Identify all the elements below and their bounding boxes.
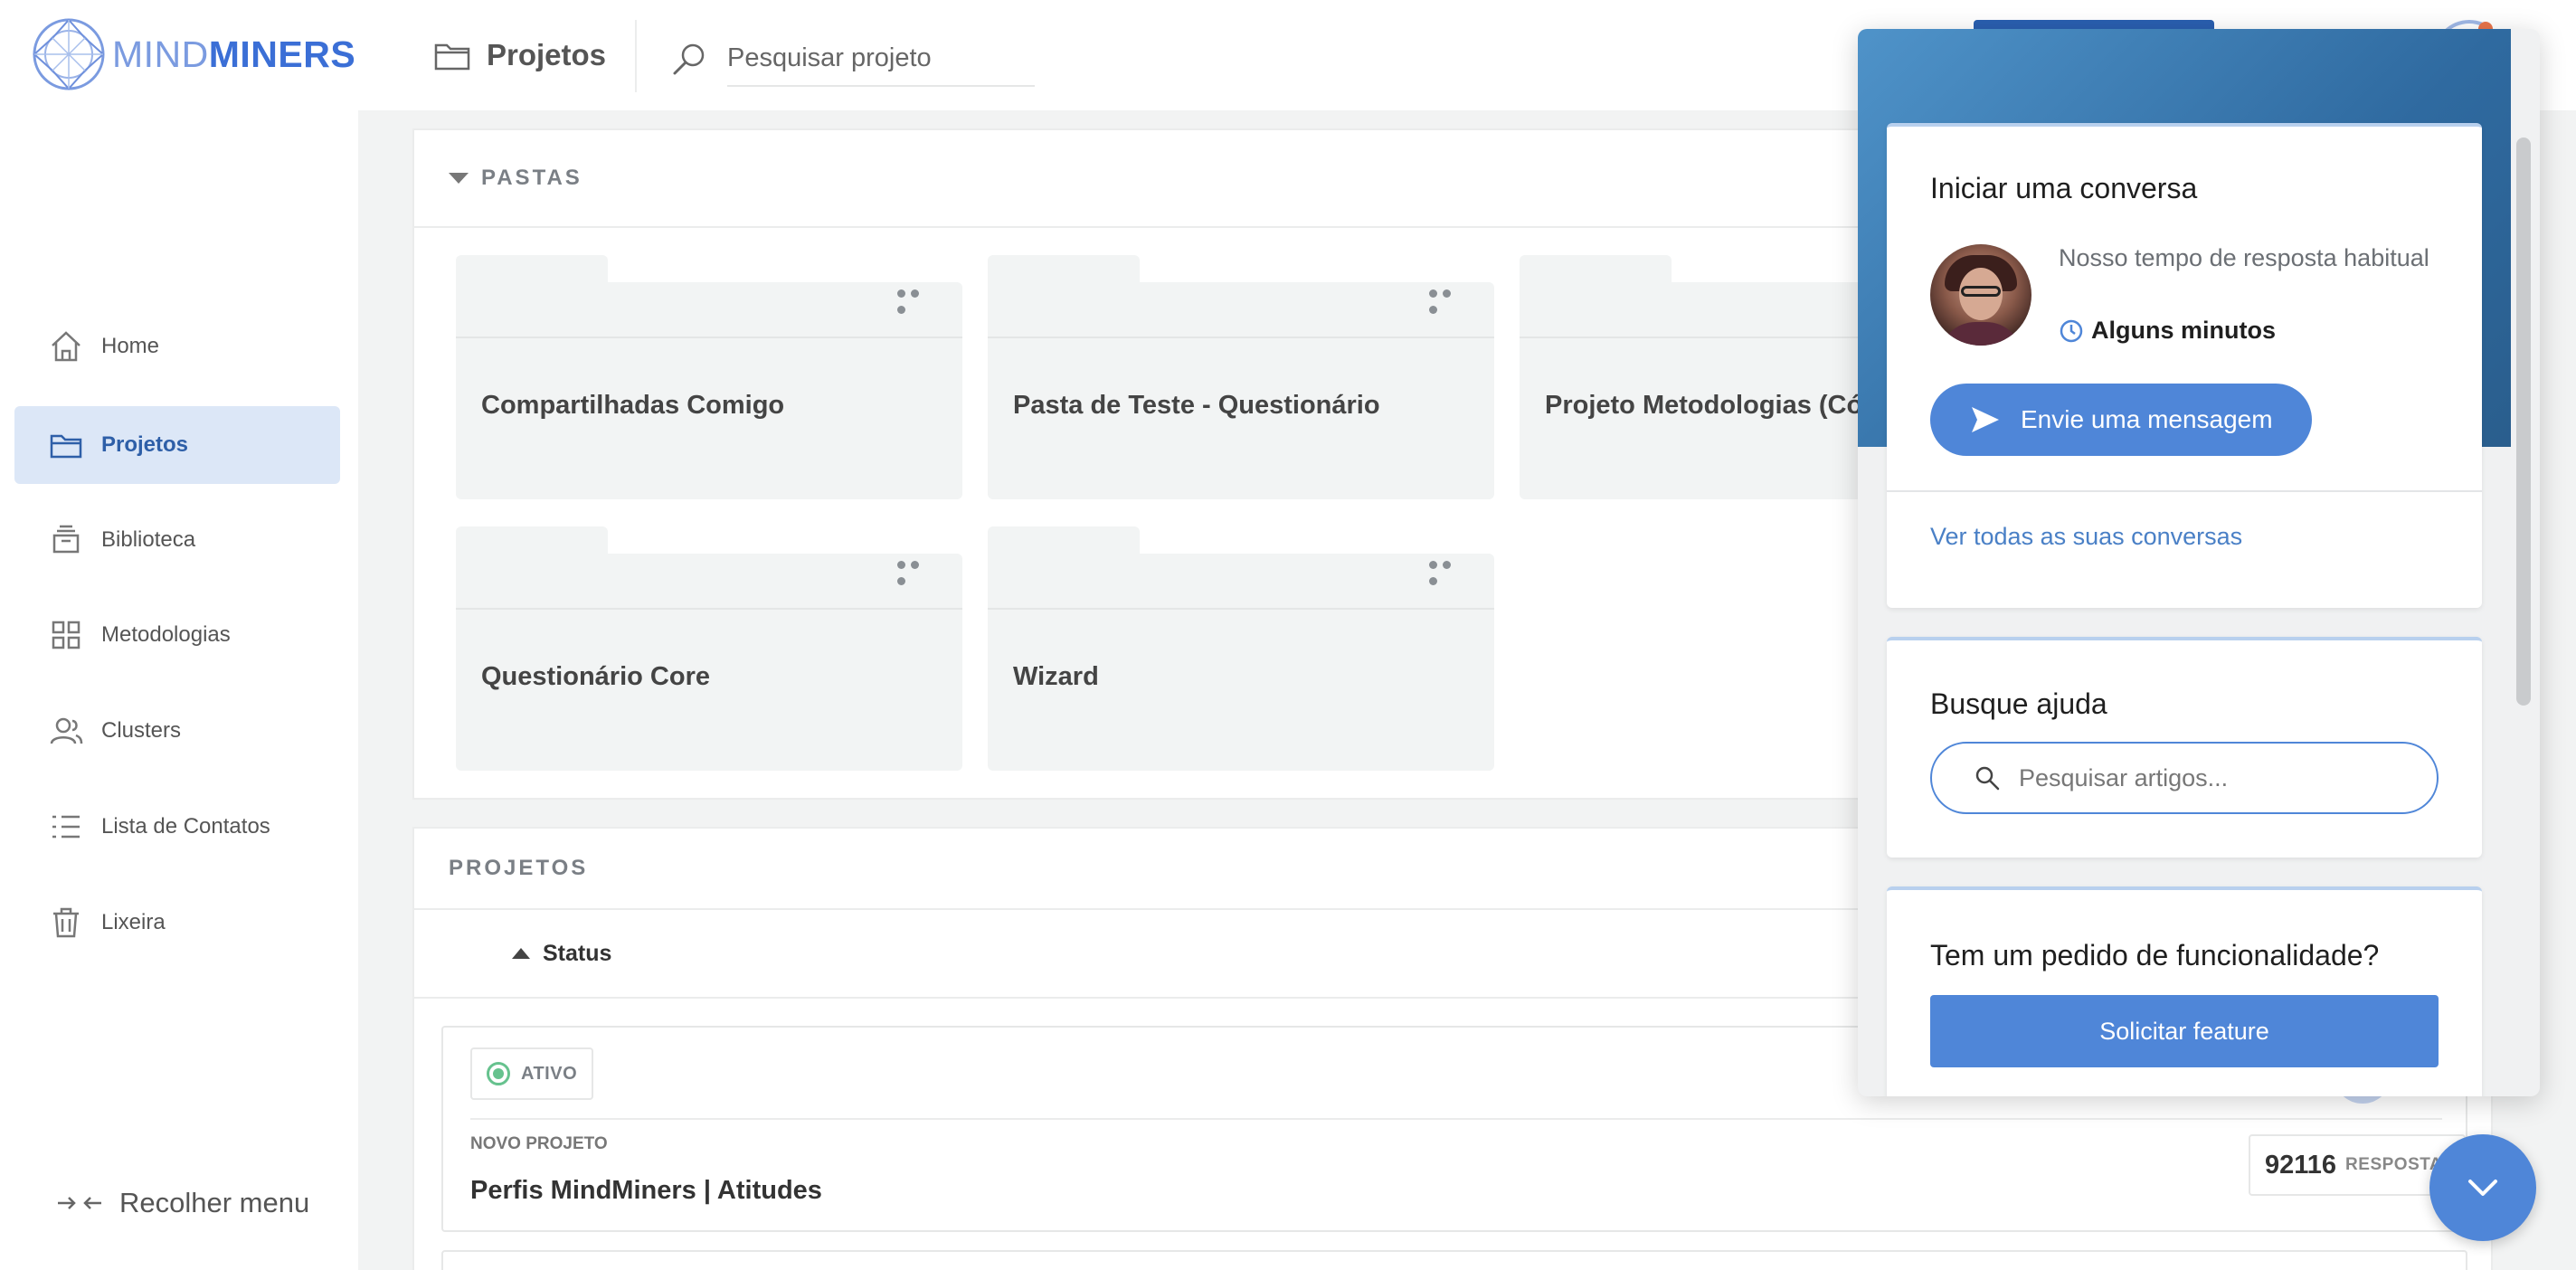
collapse-arrows-icon xyxy=(58,1197,101,1209)
sidebar-item-label: Metodologias xyxy=(101,622,231,647)
grid-icon xyxy=(52,621,80,649)
project-search xyxy=(671,31,1035,87)
folders-title: PASTAS xyxy=(481,166,582,190)
send-icon xyxy=(1972,407,1999,432)
folder-name: Wizard xyxy=(1013,662,1099,691)
list-icon xyxy=(52,815,80,839)
search-icon xyxy=(673,43,705,75)
folder-card[interactable]: Questionário Core xyxy=(456,526,962,798)
help-title: Busque ajuda xyxy=(1930,687,2107,720)
folder-icon xyxy=(50,434,82,459)
projects-title: PROJETOS xyxy=(449,856,589,880)
collapse-menu-button[interactable]: Recolher menu xyxy=(56,1187,309,1219)
sidebar-item-projetos[interactable]: Projetos xyxy=(14,406,340,484)
sidebar-item-lista-de-contatos[interactable]: Lista de Contatos xyxy=(14,788,340,866)
library-icon xyxy=(52,525,80,554)
sidebar-item-metodologias[interactable]: Metodologias xyxy=(14,596,340,674)
send-message-label: Envie uma mensagem xyxy=(2021,405,2273,433)
card-divider xyxy=(470,1118,2442,1120)
sidebar-item-home[interactable]: Home xyxy=(14,308,340,385)
help-search-box xyxy=(1930,742,2439,814)
status-badge: ATIVO xyxy=(470,1047,594,1100)
more-options-icon[interactable] xyxy=(897,557,935,585)
brand-logo[interactable]: MINDMINERS xyxy=(31,16,355,92)
sidebar-item-lixeira[interactable]: Lixeira xyxy=(14,884,340,962)
users-icon xyxy=(50,717,83,744)
response-time: Alguns minutos xyxy=(2059,317,2276,345)
project-card-next[interactable] xyxy=(441,1250,2467,1270)
messenger-scrollbar[interactable] xyxy=(2516,137,2531,706)
folder-icon xyxy=(434,43,470,71)
agent-avatar xyxy=(1930,244,2031,346)
folder-divider xyxy=(988,608,1494,610)
folder-name: Questionário Core xyxy=(481,662,710,691)
home-icon xyxy=(52,331,80,362)
sort-status-label: Status xyxy=(543,940,612,966)
request-feature-button[interactable]: Solicitar feature xyxy=(1930,995,2439,1067)
messenger-widget: Iniciar uma conversa Nosso tempo de resp… xyxy=(1858,29,2540,1096)
sidebar-item-label: Projetos xyxy=(101,432,189,457)
sidebar-item-label: Home xyxy=(101,334,160,358)
folder-divider xyxy=(456,608,962,610)
folder-name: Pasta de Teste - Questionário xyxy=(1013,391,1380,420)
folder-tab xyxy=(456,526,608,557)
folder-divider xyxy=(988,336,1494,338)
project-search-input[interactable] xyxy=(727,31,1035,87)
start-conversation-title: Iniciar uma conversa xyxy=(1930,172,2198,204)
sidebar-item-biblioteca[interactable]: Biblioteca xyxy=(14,501,340,579)
brand-wordmark: MINDMINERS xyxy=(112,33,356,75)
send-message-button[interactable]: Envie uma mensagem xyxy=(1930,384,2312,456)
sidebar-item-label: Lista de Contatos xyxy=(101,814,270,839)
header-divider xyxy=(635,20,637,92)
response-time-value: Alguns minutos xyxy=(2091,317,2276,344)
chevron-down-icon xyxy=(2468,1180,2497,1196)
folder-card[interactable]: Pasta de Teste - Questionário xyxy=(988,255,1494,526)
logo-mark-icon xyxy=(33,18,105,90)
project-title: Perfis MindMiners | Atitudes xyxy=(470,1176,822,1205)
folder-divider xyxy=(456,336,962,338)
card-divider xyxy=(1887,490,2482,492)
more-options-icon[interactable] xyxy=(1429,557,1467,585)
folder-tab xyxy=(988,255,1140,286)
sidebar-item-label: Clusters xyxy=(101,718,182,743)
messenger-toggle-button[interactable] xyxy=(2429,1134,2536,1241)
sidebar: Home Projetos Biblioteca Metodologias Cl… xyxy=(0,110,358,1270)
clock-icon xyxy=(2060,319,2083,342)
sidebar-item-clusters[interactable]: Clusters xyxy=(14,692,340,770)
feature-request-title: Tem um pedido de funcionalidade? xyxy=(1930,939,2380,971)
status-badge-label: ATIVO xyxy=(521,1063,578,1084)
search-icon xyxy=(1975,766,2000,791)
status-dot-icon xyxy=(487,1062,510,1085)
help-search-input[interactable] xyxy=(2019,763,2417,792)
folder-tab xyxy=(1520,255,1672,286)
sidebar-item-label: Lixeira xyxy=(101,910,166,934)
folder-name: Compartilhadas Comigo xyxy=(481,391,785,420)
caret-down-icon xyxy=(449,173,469,184)
sidebar-item-label: Biblioteca xyxy=(101,527,196,552)
folder-card[interactable]: Wizard xyxy=(988,526,1494,798)
start-conversation-card: Iniciar uma conversa Nosso tempo de resp… xyxy=(1887,123,2482,608)
project-kind: NOVO PROJETO xyxy=(470,1134,608,1153)
responses-label: RESPOSTA xyxy=(2345,1155,2443,1174)
see-all-conversations-link[interactable]: Ver todas as suas conversas xyxy=(1930,523,2242,551)
breadcrumb-label: Projetos xyxy=(487,38,607,71)
folder-card[interactable]: Compartilhadas Comigo xyxy=(456,255,962,526)
feature-request-card: Tem um pedido de funcionalidade? Solicit… xyxy=(1887,886,2482,1096)
more-options-icon[interactable] xyxy=(897,286,935,314)
response-time-text: Nosso tempo de resposta habitual xyxy=(2059,244,2429,271)
responses-number: 92116 xyxy=(2265,1150,2337,1180)
help-search-card: Busque ajuda xyxy=(1887,637,2482,858)
folder-tab xyxy=(988,526,1140,557)
caret-up-icon xyxy=(512,948,530,959)
folder-tab xyxy=(456,255,608,286)
trash-icon xyxy=(53,907,79,938)
more-options-icon[interactable] xyxy=(1429,286,1467,314)
collapse-menu-label: Recolher menu xyxy=(119,1187,310,1218)
breadcrumb[interactable]: Projetos xyxy=(434,31,606,80)
